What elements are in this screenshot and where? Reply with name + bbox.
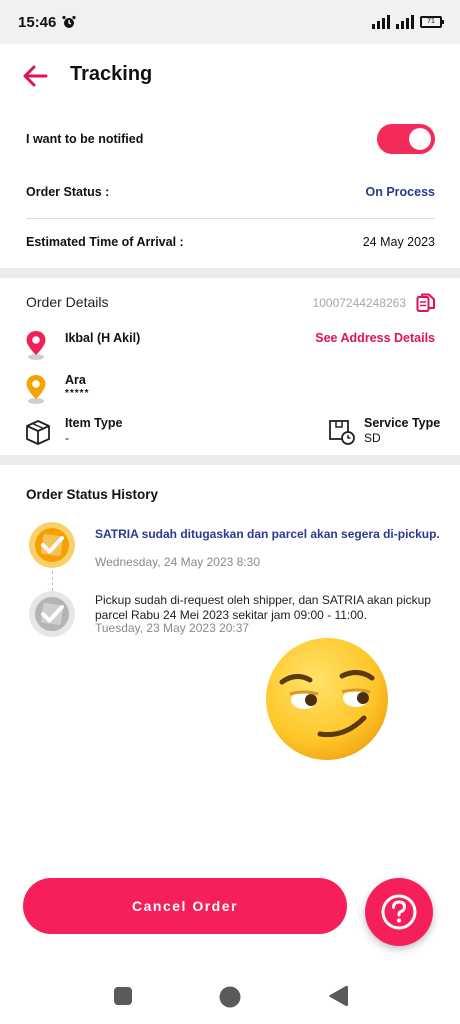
order-status-value: On Process (365, 185, 435, 199)
eta-value: 24 May 2023 (362, 235, 435, 249)
item-type-label: Item Type (65, 416, 123, 430)
history-item-2-date: Tuesday, 23 May 2023 20:37 (95, 621, 250, 635)
notify-toggle[interactable] (377, 124, 435, 154)
page-title: Tracking (70, 63, 153, 85)
smirk-emoji-icon (266, 638, 388, 760)
history-item-1-text: SATRIA sudah ditugaskan dan parcel akan … (95, 527, 440, 541)
sender-name: Ikbal (H Akil) (65, 331, 141, 345)
receiver-sub: ***** (65, 388, 90, 399)
check-active-icon (29, 522, 75, 568)
cancel-order-button[interactable]: Cancel Order (23, 878, 347, 934)
eta-row: Estimated Time of Arrival : 24 May 2023 (26, 234, 435, 250)
divider (26, 218, 435, 219)
eta-label: Estimated Time of Arrival : (26, 235, 184, 249)
app-header: Tracking (0, 44, 460, 108)
notify-label: I want to be notified (26, 132, 144, 146)
section-divider-2 (0, 455, 460, 465)
section-divider (0, 268, 460, 278)
status-bar: 15:46 71 (0, 0, 460, 44)
battery-icon: 71 (420, 16, 444, 28)
history-item-2-text: Pickup sudah di-request oleh shipper, da… (95, 593, 431, 622)
receiver-name: Ara (65, 373, 86, 387)
status-time: 15:46 (18, 13, 57, 31)
order-status-label: Order Status : (26, 185, 110, 199)
service-box-clock-icon (329, 420, 355, 445)
system-nav-bar (0, 968, 460, 1024)
item-type-value: - (65, 431, 69, 445)
service-type-value: SD (364, 431, 381, 445)
history-item-1-date: Wednesday, 24 May 2023 8:30 (95, 555, 260, 569)
order-details-title: Order Details (26, 294, 109, 310)
recents-icon[interactable] (112, 985, 134, 1007)
history-title: Order Status History (26, 487, 159, 502)
history-connector (52, 571, 53, 591)
back-nav-icon[interactable] (326, 984, 352, 1008)
back-arrow-icon[interactable] (20, 61, 50, 91)
order-status-row: Order Status : On Process (26, 184, 435, 200)
help-button[interactable] (365, 878, 433, 946)
pin-orange-icon (26, 375, 46, 404)
copy-icon[interactable] (416, 292, 436, 314)
alarm-icon (62, 15, 76, 28)
check-inactive-icon (29, 591, 75, 637)
signal-icon-2 (396, 15, 414, 29)
home-icon[interactable] (218, 985, 242, 1009)
notify-row: I want to be notified (26, 124, 435, 154)
pin-red-icon (26, 331, 46, 360)
box-icon (26, 420, 50, 445)
service-type-label: Service Type (364, 416, 441, 430)
question-mark-icon (381, 894, 417, 930)
see-address-link[interactable]: See Address Details (315, 331, 435, 345)
order-number: 10007244248263 (312, 296, 406, 310)
signal-icon (372, 15, 390, 29)
